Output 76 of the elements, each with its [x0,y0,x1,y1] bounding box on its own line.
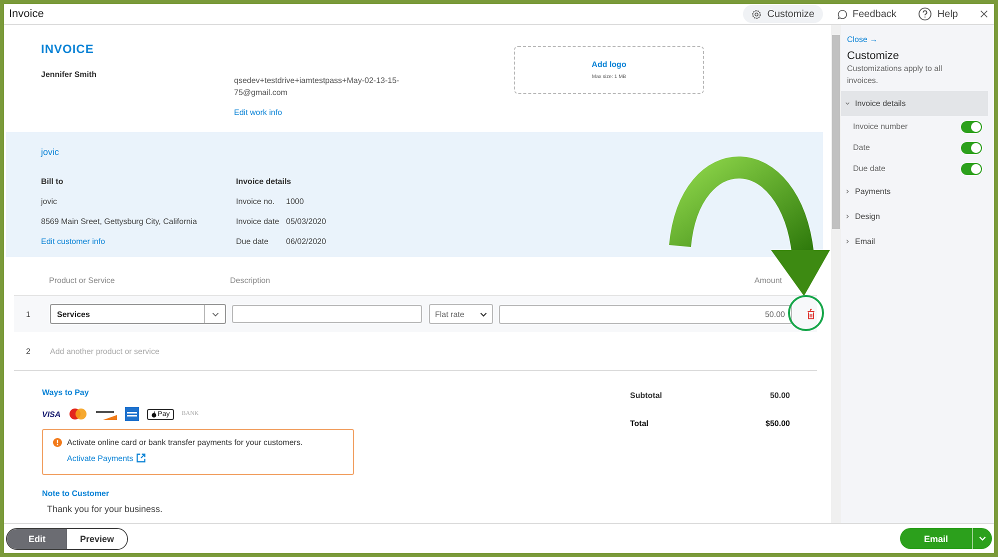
gear-icon [751,8,762,20]
window-title: Invoice [9,8,44,20]
rate-type-select[interactable]: Flat rate [429,304,493,324]
visa-logo: VISA [42,410,61,418]
trash-icon[interactable] [806,308,816,320]
section-header[interactable]: Payments [841,179,988,204]
bill-to-line: 8569 Main Sreet, Gettysburg City, California [41,217,198,226]
caret-icon [979,536,986,541]
note-text[interactable]: Thank you for your business. [47,504,602,514]
email-options-button[interactable] [972,528,992,549]
alert-message: Activate online card or bank transfer payments for your customers. [67,438,303,447]
toggle-label: Due date [853,164,886,173]
ways-to-pay-title: Ways to Pay [42,388,90,397]
toggle-label: Invoice number [853,122,908,131]
note-title: Note to Customer [42,489,110,498]
edit-customer-info-link[interactable]: Edit customer info [41,237,236,246]
column-header: Amount [754,276,783,287]
edit-work-info-link[interactable]: Edit work info [234,108,514,117]
column-header: Description [230,276,272,287]
customer-name-link[interactable]: jovic [41,147,60,157]
chat-bubble-icon [836,8,848,20]
total-value: 50.00 [770,391,790,400]
close-icon[interactable] [980,10,988,18]
total-label: Total [630,419,649,428]
company-email: qsedev+testdrive+iamtestpass+May-02-13-15-75@gmail.com [234,75,400,99]
section-header[interactable]: Email [841,229,988,254]
total-label: Subtotal [630,391,662,400]
customize-button[interactable]: Customize [743,5,822,23]
description-field[interactable] [232,305,422,323]
mode-tab[interactable]: Edit [7,528,67,548]
chevron-icon [845,189,850,194]
warning-icon [53,438,62,447]
detail-value: 1000 [286,197,304,206]
column-header: Product or Service [49,276,116,287]
discover-logo-icon [94,408,117,420]
total-value: $50.00 [766,419,790,428]
feedback-button[interactable]: Feedback [828,5,904,23]
amex-logo-icon [124,407,139,421]
product-select[interactable]: Services [50,304,226,324]
invoice-details-title: Invoice details [236,177,292,186]
toggle-switch[interactable] [961,120,982,132]
detail-value: 05/03/2020 [286,217,326,226]
external-link-icon [136,453,146,463]
bill-to-title: Bill to [41,177,64,186]
toggle-label: Date [853,143,870,152]
apple-icon [150,410,157,418]
section-header[interactable]: Design [841,204,988,229]
caret-icon [212,312,218,316]
add-logo-label: Add logo [592,60,626,69]
chevron-icon [845,101,850,106]
scrollbar[interactable] [831,25,841,523]
section-header[interactable]: Invoice details [841,91,988,116]
toggle-switch[interactable] [961,142,982,154]
toggle-switch[interactable] [961,162,982,174]
scrollbar-thumb[interactable] [832,35,840,229]
highlight-circle [788,295,824,331]
row-number: 2 [26,346,32,356]
detail-label: Invoice date [236,217,280,226]
activate-payments-link[interactable]: Activate Payments [67,453,343,463]
help-icon [918,7,932,21]
detail-label: Invoice no. [236,197,276,206]
detail-value: 06/02/2020 [286,237,326,246]
chevron-icon [845,239,850,244]
bill-to-line: jovic [41,197,58,206]
invoice-heading: INVOICE [41,42,95,56]
company-name: Jennifer Smith [41,70,98,79]
help-button[interactable]: Help [910,5,966,23]
panel-title: Customize [846,50,900,62]
panel-subtitle: Customizations apply to all invoices. [846,63,944,87]
mastercard-logo-icon [68,408,87,420]
caret-icon [480,312,487,316]
amount-field[interactable]: 50.00 [499,304,792,324]
chevron-icon [845,214,850,219]
detail-label: Due date [236,237,270,246]
close-panel-link[interactable]: Close → [841,35,994,44]
row-number: 1 [26,310,32,318]
